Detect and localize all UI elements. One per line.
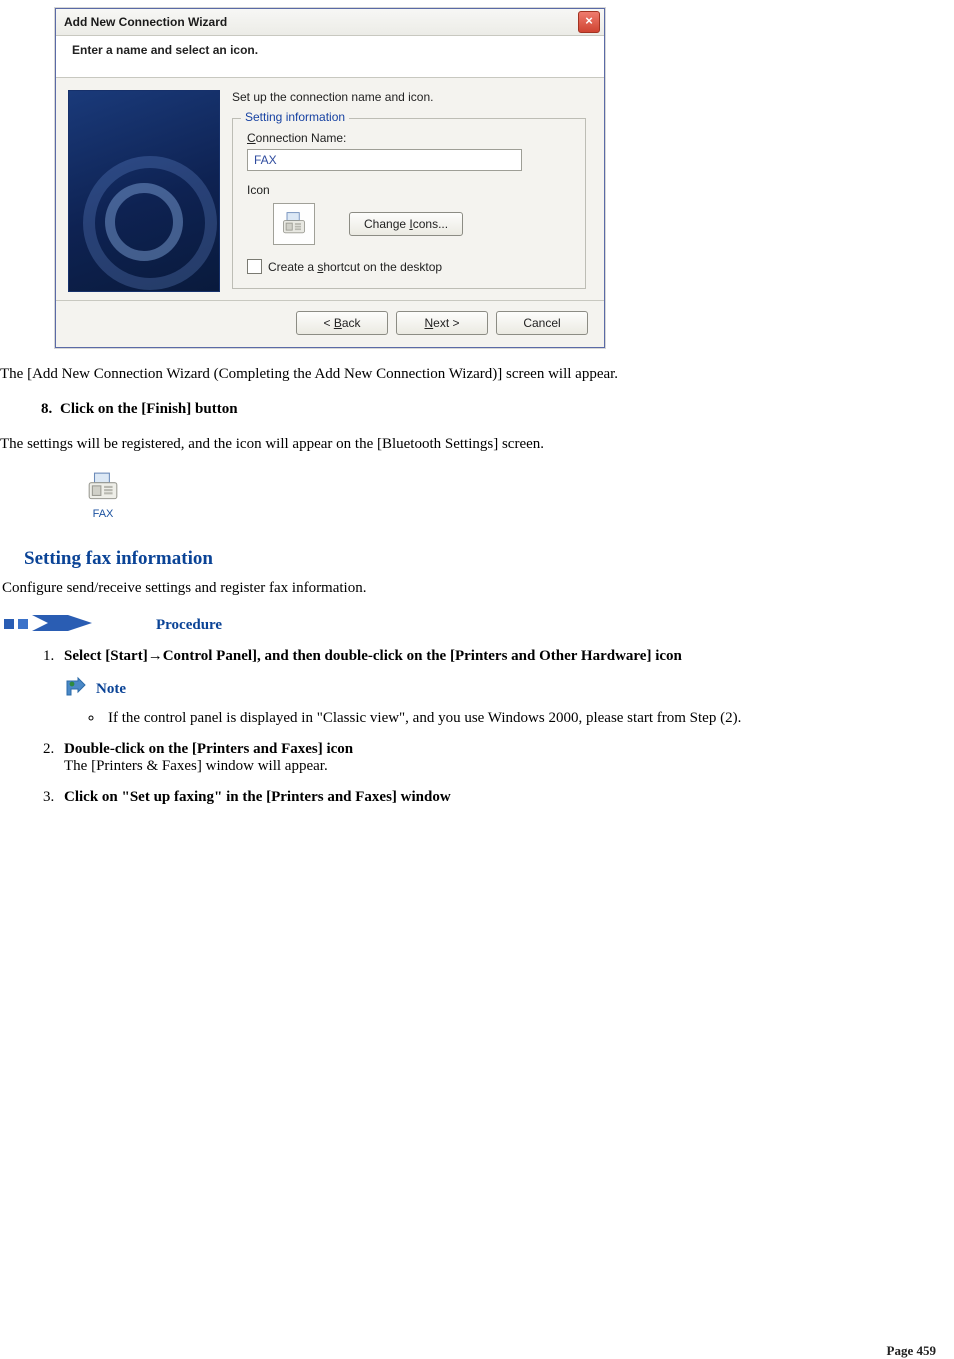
procedure-steps: Select [Start]→Control Panel], and then … bbox=[28, 648, 954, 806]
window-title: Add New Connection Wizard bbox=[64, 15, 578, 29]
page-number: Page 459 bbox=[887, 1343, 936, 1359]
shortcut-label: Create a shortcut on the desktop bbox=[268, 260, 442, 274]
connection-name-input[interactable] bbox=[247, 149, 522, 171]
step-2-title: Double-click on the [Printers and Faxes]… bbox=[64, 741, 353, 757]
icon-preview bbox=[273, 203, 315, 245]
wizard-content: Set up the connection name and icon. Set… bbox=[56, 78, 604, 300]
cancel-button[interactable]: Cancel bbox=[496, 311, 588, 335]
shortcut-checkbox-row[interactable]: Create a shortcut on the desktop bbox=[247, 259, 571, 274]
step-3-title: Click on "Set up faxing" in the [Printer… bbox=[64, 789, 451, 805]
connection-name-label: Connection Name: bbox=[247, 131, 571, 145]
procedure-label: Procedure bbox=[156, 617, 222, 634]
fax-icon bbox=[86, 471, 120, 505]
note-list: If the control panel is displayed in "Cl… bbox=[84, 710, 954, 727]
step-8: Click on the [Finish] button bbox=[56, 401, 954, 418]
procedure-arrow-icon bbox=[4, 611, 92, 640]
procedure-step-1: Select [Start]→Control Panel], and then … bbox=[58, 648, 954, 727]
setting-information-group: Setting information Connection Name: Ico… bbox=[232, 118, 586, 289]
fax-icon-label: FAX bbox=[82, 508, 124, 520]
close-icon[interactable]: × bbox=[578, 11, 600, 33]
wizard-result-text: The [Add New Connection Wizard (Completi… bbox=[0, 366, 954, 383]
checkbox-icon[interactable] bbox=[247, 259, 262, 274]
back-button[interactable]: < Back bbox=[296, 311, 388, 335]
wizard-side-image bbox=[68, 90, 220, 292]
note-icon bbox=[64, 675, 88, 704]
titlebar: Add New Connection Wizard × bbox=[56, 9, 604, 36]
next-button[interactable]: Next > bbox=[396, 311, 488, 335]
wizard-subheader: Enter a name and select an icon. bbox=[56, 36, 604, 78]
change-icons-button[interactable]: Change Icons... bbox=[349, 212, 463, 236]
procedure-step-2: Double-click on the [Printers and Faxes]… bbox=[58, 741, 954, 775]
wizard-instruction: Set up the connection name and icon. bbox=[232, 90, 586, 104]
fax-icon bbox=[280, 210, 308, 238]
step-8-title: Click on the [Finish] button bbox=[60, 401, 238, 417]
procedure-header: Procedure bbox=[4, 611, 954, 640]
note-block: Note bbox=[64, 675, 954, 704]
note-text: If the control panel is displayed in "Cl… bbox=[104, 710, 954, 727]
step-2-body: The [Printers & Faxes] window will appea… bbox=[64, 758, 954, 775]
step-list: Click on the [Finish] button bbox=[24, 401, 954, 418]
fax-desktop-icon: FAX bbox=[82, 471, 124, 520]
procedure-step-3: Click on "Set up faxing" in the [Printer… bbox=[58, 789, 954, 806]
section-heading: Setting fax information bbox=[24, 548, 954, 570]
note-label: Note bbox=[96, 681, 126, 698]
group-legend: Setting information bbox=[241, 110, 349, 124]
icon-section-label: Icon bbox=[247, 183, 571, 197]
step-1-title: Select [Start]→Control Panel], and then … bbox=[64, 648, 682, 664]
section-intro: Configure send/receive settings and regi… bbox=[2, 580, 954, 597]
step-8-followup: The settings will be registered, and the… bbox=[0, 436, 954, 453]
wizard-footer: < Back Next > Cancel bbox=[56, 300, 604, 347]
wizard-dialog: Add New Connection Wizard × Enter a name… bbox=[55, 8, 605, 348]
